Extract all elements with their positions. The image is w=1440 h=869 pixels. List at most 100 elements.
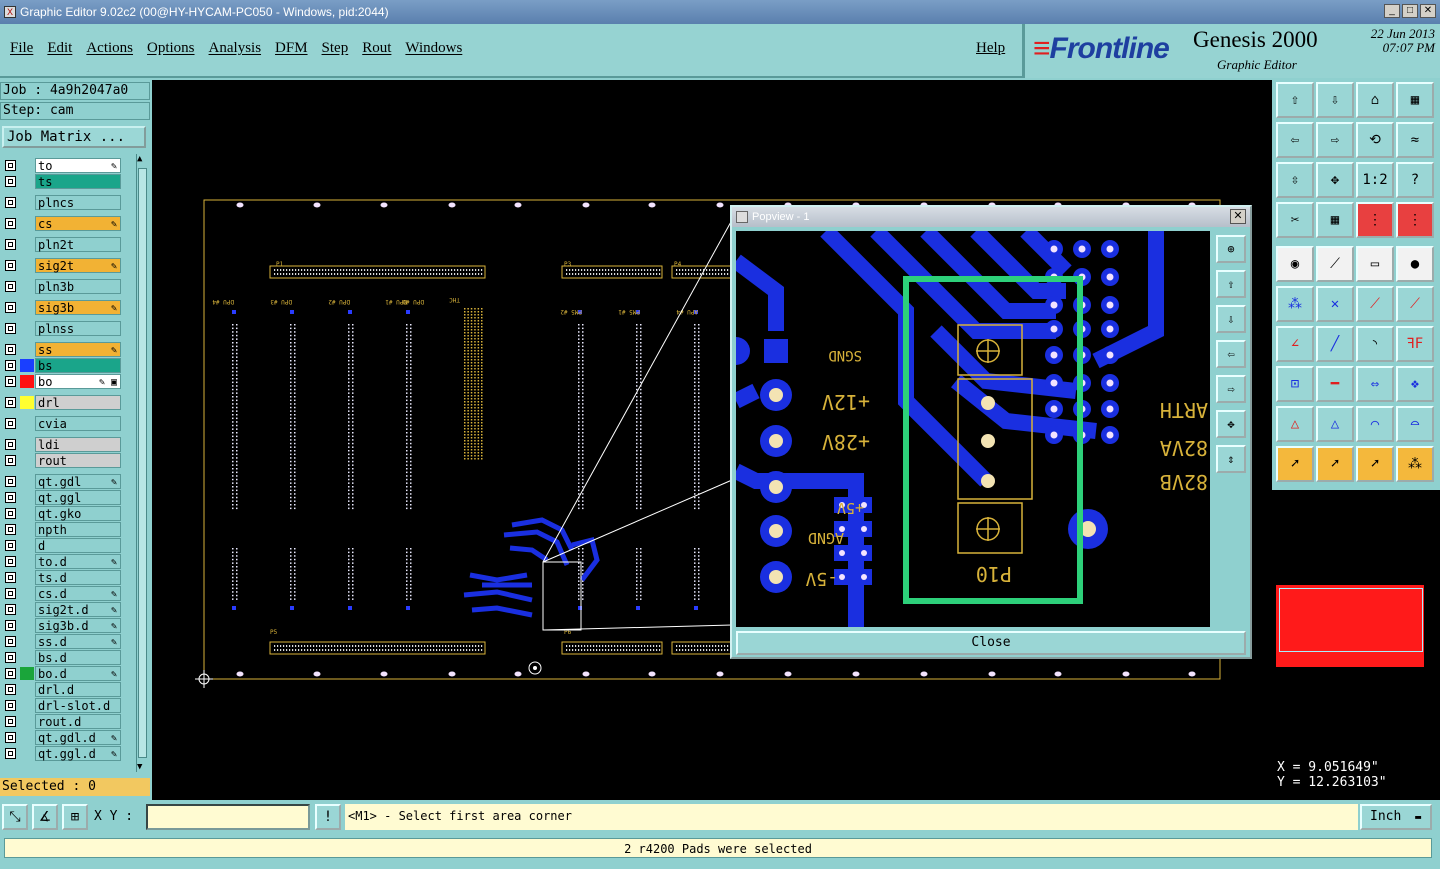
- layer-checkbox[interactable]: [5, 455, 16, 466]
- xy-input[interactable]: [146, 804, 310, 830]
- home-view-icon[interactable]: ⌂: [1356, 82, 1394, 118]
- popview-pan-down-icon[interactable]: ⇩: [1216, 305, 1246, 333]
- popview-close-icon[interactable]: ✕: [1230, 209, 1246, 224]
- select-pad-icon[interactable]: ⊡: [1276, 366, 1314, 402]
- layer-color-swatch[interactable]: [20, 259, 34, 272]
- layer-name[interactable]: qt.ggl: [35, 490, 121, 505]
- layer-color-swatch[interactable]: [20, 731, 34, 744]
- split-icon[interactable]: ━: [1316, 366, 1354, 402]
- layer-checkbox[interactable]: [5, 302, 16, 313]
- layer-color-swatch[interactable]: [20, 491, 34, 504]
- layer-row[interactable]: drl.d: [2, 682, 122, 697]
- layer-checkbox[interactable]: [5, 476, 16, 487]
- layer-row[interactable]: qt.gko: [2, 506, 122, 521]
- redraw-icon[interactable]: ≈: [1396, 122, 1434, 158]
- popview-pan-right-icon[interactable]: ⇨: [1216, 375, 1246, 403]
- group-icon[interactable]: ❖: [1396, 366, 1434, 402]
- pointer-select-icon[interactable]: ➚: [1316, 446, 1354, 482]
- zoom-one-to-one-icon[interactable]: 1:2: [1356, 162, 1394, 198]
- layer-row[interactable]: sig2t ✎: [2, 258, 122, 273]
- circle-tool-icon[interactable]: ●: [1396, 246, 1434, 282]
- layer-checkbox[interactable]: [5, 652, 16, 663]
- snap-icon[interactable]: ⤡: [2, 804, 28, 830]
- menu-windows[interactable]: Windows: [405, 40, 462, 57]
- layer-row[interactable]: ss.d ✎: [2, 634, 122, 649]
- layer-row[interactable]: ss ✎: [2, 342, 122, 357]
- layer-checkbox[interactable]: [5, 684, 16, 695]
- layer-name[interactable]: sig2t ✎: [35, 258, 121, 273]
- layer-checkbox[interactable]: [5, 524, 16, 535]
- layer-name[interactable]: ss ✎: [35, 342, 121, 357]
- menu-step[interactable]: Step: [322, 40, 349, 57]
- layer-row[interactable]: rout: [2, 453, 122, 468]
- net-icon[interactable]: ⁂: [1276, 286, 1314, 322]
- layer-row[interactable]: cvia: [2, 416, 122, 431]
- layer-row[interactable]: cs ✎: [2, 216, 122, 231]
- menu-dfm[interactable]: DFM: [275, 40, 308, 57]
- layer-checkbox[interactable]: [5, 636, 16, 647]
- layer-name[interactable]: plnss: [35, 321, 121, 336]
- layer-row[interactable]: bo ✎ ▣: [2, 374, 122, 389]
- layer-checkbox[interactable]: [5, 572, 16, 583]
- layer-name[interactable]: to ✎: [35, 158, 121, 173]
- fit-vertical-icon[interactable]: ⇳: [1276, 162, 1314, 198]
- menu-help[interactable]: Help: [976, 40, 1005, 57]
- layer-color-swatch[interactable]: [20, 555, 34, 568]
- menu-analysis[interactable]: Analysis: [209, 40, 262, 57]
- layer-name[interactable]: qt.gko: [35, 506, 121, 521]
- layer-color-swatch[interactable]: [20, 238, 34, 251]
- layer-name[interactable]: ts.d: [35, 570, 121, 585]
- units-dropdown[interactable]: Inch ▬: [1360, 804, 1432, 830]
- layer-name[interactable]: pln2t: [35, 237, 121, 252]
- layer-name[interactable]: bs: [35, 358, 121, 373]
- layer-row[interactable]: ts: [2, 174, 122, 189]
- layer-color-swatch[interactable]: [20, 359, 34, 372]
- layer-checkbox[interactable]: [5, 620, 16, 631]
- layer-name[interactable]: cvia: [35, 416, 121, 431]
- cross-icon[interactable]: ✕: [1316, 286, 1354, 322]
- layer-name[interactable]: cs ✎: [35, 216, 121, 231]
- layer-row[interactable]: qt.ggl: [2, 490, 122, 505]
- layer-checkbox[interactable]: [5, 239, 16, 250]
- layer-checkbox[interactable]: [5, 540, 16, 551]
- layer-color-swatch[interactable]: [20, 475, 34, 488]
- layer-color-swatch[interactable]: [20, 667, 34, 680]
- layer-name[interactable]: bs.d: [35, 650, 121, 665]
- menu-file[interactable]: File: [10, 40, 33, 57]
- layer-color-swatch[interactable]: [20, 507, 34, 520]
- layer-color-swatch[interactable]: [20, 322, 34, 335]
- layer-checkbox[interactable]: [5, 700, 16, 711]
- layer-row[interactable]: ldi: [2, 437, 122, 452]
- layer-color-swatch[interactable]: [20, 417, 34, 430]
- layer-name[interactable]: rout.d: [35, 714, 121, 729]
- layer-row[interactable]: rout.d: [2, 714, 122, 729]
- fit-all-icon[interactable]: ✥: [1316, 162, 1354, 198]
- layer-checkbox[interactable]: [5, 160, 16, 171]
- layer-checkbox[interactable]: [5, 281, 16, 292]
- angle-snap-icon[interactable]: ∡: [32, 804, 58, 830]
- layer-name[interactable]: bo ✎ ▣: [35, 374, 121, 389]
- layer-color-swatch[interactable]: [20, 699, 34, 712]
- popview-pan-left-icon[interactable]: ⇦: [1216, 340, 1246, 368]
- grid-icon[interactable]: ▦: [1316, 202, 1354, 238]
- layer-color-swatch[interactable]: [20, 396, 34, 409]
- layer-color-swatch[interactable]: [20, 683, 34, 696]
- zoom-reset-icon[interactable]: ⟲: [1356, 122, 1394, 158]
- layer-checkbox[interactable]: [5, 556, 16, 567]
- layer-color-swatch[interactable]: [20, 603, 34, 616]
- line-tool-icon[interactable]: ⟋: [1316, 246, 1354, 282]
- layer-list-scrollbar[interactable]: ▲ ▼: [136, 154, 148, 772]
- layer-row[interactable]: qt.gdl ✎: [2, 474, 122, 489]
- scroll-thumb[interactable]: [138, 168, 147, 758]
- layer-name[interactable]: plncs: [35, 195, 121, 210]
- layer-color-swatch[interactable]: [20, 587, 34, 600]
- layer-name[interactable]: qt.gdl ✎: [35, 474, 121, 489]
- scroll-up-icon[interactable]: ▲: [137, 154, 142, 164]
- layer-row[interactable]: sig3b.d ✎: [2, 618, 122, 633]
- help-icon[interactable]: ?: [1396, 162, 1434, 198]
- close-window-button[interactable]: ✕: [1420, 4, 1436, 18]
- snap-red-icon[interactable]: ⋮: [1356, 202, 1394, 238]
- layer-color-swatch[interactable]: [20, 619, 34, 632]
- resize-icon[interactable]: ⇔: [1356, 366, 1394, 402]
- layer-checkbox[interactable]: [5, 748, 16, 759]
